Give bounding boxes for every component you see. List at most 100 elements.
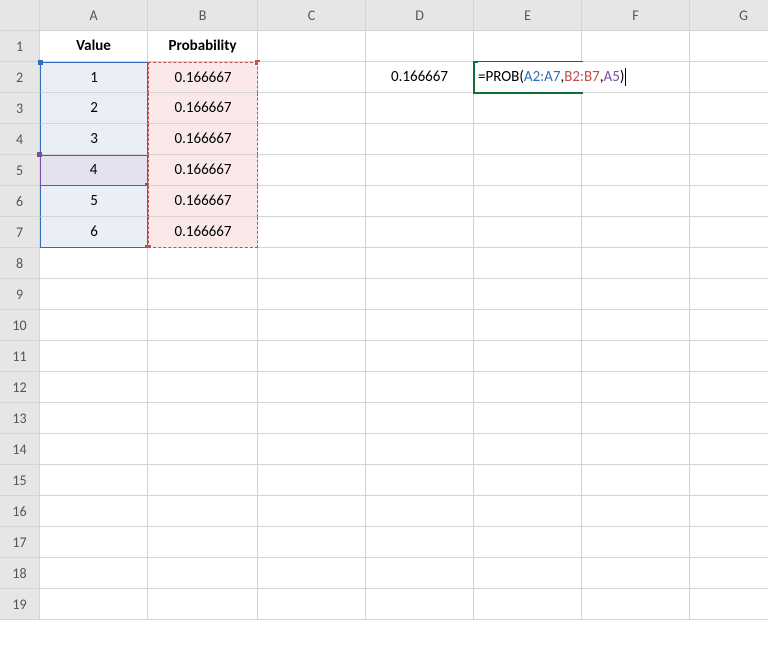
cell-A12[interactable] [40, 372, 148, 403]
cell-D5[interactable] [366, 155, 474, 186]
cell-D12[interactable] [366, 372, 474, 403]
cell-B17[interactable] [148, 527, 258, 558]
cell-G2[interactable] [690, 62, 768, 93]
cell-A13[interactable] [40, 403, 148, 434]
cell-F4[interactable] [582, 124, 690, 155]
cell-G16[interactable] [690, 496, 768, 527]
cell-B4[interactable]: 0.166667 [148, 124, 258, 155]
cell-D9[interactable] [366, 279, 474, 310]
row-header-1[interactable]: 1 [0, 31, 40, 62]
row-header-15[interactable]: 15 [0, 465, 40, 496]
cell-F13[interactable] [582, 403, 690, 434]
row-header-14[interactable]: 14 [0, 434, 40, 465]
cell-A2[interactable]: 1 [40, 62, 148, 93]
cell-A17[interactable] [40, 527, 148, 558]
cell-E5[interactable] [474, 155, 582, 186]
cell-G6[interactable] [690, 186, 768, 217]
cell-F3[interactable] [582, 93, 690, 124]
row-header-3[interactable]: 3 [0, 93, 40, 124]
row-header-18[interactable]: 18 [0, 558, 40, 589]
row-header-13[interactable]: 13 [0, 403, 40, 434]
cell-F1[interactable] [582, 31, 690, 62]
cell-A10[interactable] [40, 310, 148, 341]
cell-G13[interactable] [690, 403, 768, 434]
cell-C6[interactable] [258, 186, 366, 217]
cell-B16[interactable] [148, 496, 258, 527]
cell-C11[interactable] [258, 341, 366, 372]
row-header-11[interactable]: 11 [0, 341, 40, 372]
cell-F18[interactable] [582, 558, 690, 589]
cell-B12[interactable] [148, 372, 258, 403]
cell-A11[interactable] [40, 341, 148, 372]
cell-F15[interactable] [582, 465, 690, 496]
cell-C19[interactable] [258, 589, 366, 620]
cell-D2[interactable]: 0.166667 [366, 62, 474, 93]
cell-A6[interactable]: 5 [40, 186, 148, 217]
cell-F10[interactable] [582, 310, 690, 341]
cell-C7[interactable] [258, 217, 366, 248]
select-all-corner[interactable] [0, 0, 40, 31]
col-header-D[interactable]: D [366, 0, 474, 31]
col-header-B[interactable]: B [148, 0, 258, 31]
spreadsheet-grid[interactable]: A B C D E F G 1 Value Probability 2 1 0.… [0, 0, 768, 620]
cell-E12[interactable] [474, 372, 582, 403]
cell-D1[interactable] [366, 31, 474, 62]
cell-E8[interactable] [474, 248, 582, 279]
cell-G1[interactable] [690, 31, 768, 62]
cell-A15[interactable] [40, 465, 148, 496]
cell-E9[interactable] [474, 279, 582, 310]
cell-A9[interactable] [40, 279, 148, 310]
cell-D17[interactable] [366, 527, 474, 558]
cell-B15[interactable] [148, 465, 258, 496]
cell-B19[interactable] [148, 589, 258, 620]
cell-E3[interactable] [474, 93, 582, 124]
cell-A5[interactable]: 4 [40, 155, 148, 186]
cell-A7[interactable]: 6 [40, 217, 148, 248]
cell-D15[interactable] [366, 465, 474, 496]
cell-B13[interactable] [148, 403, 258, 434]
row-header-5[interactable]: 5 [0, 155, 40, 186]
row-header-16[interactable]: 16 [0, 496, 40, 527]
cell-D19[interactable] [366, 589, 474, 620]
cell-F16[interactable] [582, 496, 690, 527]
cell-D8[interactable] [366, 248, 474, 279]
cell-F14[interactable] [582, 434, 690, 465]
cell-F19[interactable] [582, 589, 690, 620]
cell-E19[interactable] [474, 589, 582, 620]
cell-A16[interactable] [40, 496, 148, 527]
cell-E10[interactable] [474, 310, 582, 341]
cell-F9[interactable] [582, 279, 690, 310]
row-header-19[interactable]: 19 [0, 589, 40, 620]
cell-D6[interactable] [366, 186, 474, 217]
cell-E14[interactable] [474, 434, 582, 465]
cell-D18[interactable] [366, 558, 474, 589]
cell-D10[interactable] [366, 310, 474, 341]
cell-C9[interactable] [258, 279, 366, 310]
cell-B11[interactable] [148, 341, 258, 372]
cell-G11[interactable] [690, 341, 768, 372]
cell-C13[interactable] [258, 403, 366, 434]
cell-E7[interactable] [474, 217, 582, 248]
cell-B5[interactable]: 0.166667 [148, 155, 258, 186]
col-header-E[interactable]: E [474, 0, 582, 31]
cell-G5[interactable] [690, 155, 768, 186]
cell-G8[interactable] [690, 248, 768, 279]
cell-B18[interactable] [148, 558, 258, 589]
cell-D14[interactable] [366, 434, 474, 465]
cell-G3[interactable] [690, 93, 768, 124]
cell-G14[interactable] [690, 434, 768, 465]
row-header-4[interactable]: 4 [0, 124, 40, 155]
cell-F17[interactable] [582, 527, 690, 558]
cell-C4[interactable] [258, 124, 366, 155]
cell-E16[interactable] [474, 496, 582, 527]
cell-B9[interactable] [148, 279, 258, 310]
cell-F6[interactable] [582, 186, 690, 217]
cell-B6[interactable]: 0.166667 [148, 186, 258, 217]
cell-E11[interactable] [474, 341, 582, 372]
cell-D7[interactable] [366, 217, 474, 248]
formula-editor[interactable]: =PROB(A2:A7, B2:B7, A5) [478, 62, 630, 92]
cell-F12[interactable] [582, 372, 690, 403]
cell-G4[interactable] [690, 124, 768, 155]
cell-C12[interactable] [258, 372, 366, 403]
cell-D11[interactable] [366, 341, 474, 372]
